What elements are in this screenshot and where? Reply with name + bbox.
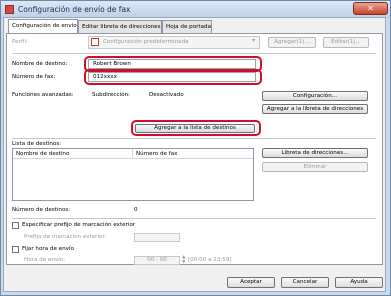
send-time-spinner[interactable]: ▲ ▼ <box>182 255 185 265</box>
fax-number-label: Número de fax: <box>12 74 56 80</box>
help-button[interactable]: Ayuda <box>335 277 383 288</box>
profile-select[interactable]: Configuración predeterminada <box>88 36 260 49</box>
column-fax-number[interactable]: Número de fax <box>133 149 253 159</box>
add-profile-button[interactable]: Agregar(1)... <box>268 37 316 48</box>
title-bar[interactable]: Configuración de envío de fax ✕ <box>1 1 390 18</box>
close-button[interactable]: ✕ <box>353 2 388 15</box>
profile-label: Perfil: <box>12 39 28 45</box>
prefix-field-label: Prefijo de marcación exterior: <box>24 234 107 240</box>
highlight-fax <box>84 69 262 85</box>
send-time-checkbox[interactable] <box>12 246 19 253</box>
ok-button[interactable]: Aceptar <box>227 277 275 288</box>
destination-count-label: Número de destinos: <box>12 207 71 213</box>
configuration-button[interactable]: Configuración... <box>262 91 368 101</box>
delete-button[interactable]: Eliminar <box>262 162 368 172</box>
tab-send-settings[interactable]: Configuración de envío <box>8 19 78 33</box>
destination-list[interactable]: Nombre de destino Número de fax <box>12 148 254 201</box>
destination-count-value: 0 <box>134 207 138 213</box>
fax-app-icon <box>5 5 14 14</box>
window-title: Configuración de envío de fax <box>18 5 131 14</box>
address-book-button[interactable]: Libreta de direcciones... <box>262 148 368 158</box>
chevron-down-icon: ▾ <box>252 37 256 44</box>
edit-profile-button[interactable]: Editar(1)... <box>323 37 369 48</box>
profile-icon <box>91 38 99 46</box>
prefix-checkbox[interactable] <box>12 222 19 229</box>
send-time-input[interactable]: 00 : 00 <box>134 256 180 265</box>
prefix-checkbox-label[interactable]: Especificar prefijo de marcación exterio… <box>22 222 135 228</box>
subaddress-label: Subdirección: <box>92 92 130 98</box>
divider <box>12 53 376 54</box>
destination-name-label: Nombre de destino: <box>12 61 68 67</box>
send-time-checkbox-label[interactable]: Fijar hora de envío <box>22 246 74 252</box>
destination-list-label: Lista de destinos: <box>12 141 62 147</box>
tab-cover-sheet[interactable]: Hoja de portada <box>162 20 212 33</box>
divider <box>12 218 376 219</box>
subaddress-value: Desactivado <box>149 92 184 98</box>
send-time-range-hint: [00:00 a 23:59] <box>188 257 232 263</box>
add-to-address-book-button[interactable]: Agregar a la libreta de direcciones <box>262 104 368 114</box>
profile-value: Configuración predeterminada <box>103 39 189 45</box>
prefix-input[interactable] <box>134 233 180 242</box>
highlight-add-to-list <box>131 120 261 136</box>
send-time-field-label: Hora de envío: <box>24 257 66 263</box>
cancel-button[interactable]: Cancelar <box>281 277 329 288</box>
tab-edit-address-book[interactable]: Editar libreta de direcciones <box>78 20 162 33</box>
column-destination-name[interactable]: Nombre de destino <box>13 149 133 159</box>
divider <box>12 138 376 139</box>
advanced-functions-label: Funciones avanzadas: <box>12 92 74 98</box>
